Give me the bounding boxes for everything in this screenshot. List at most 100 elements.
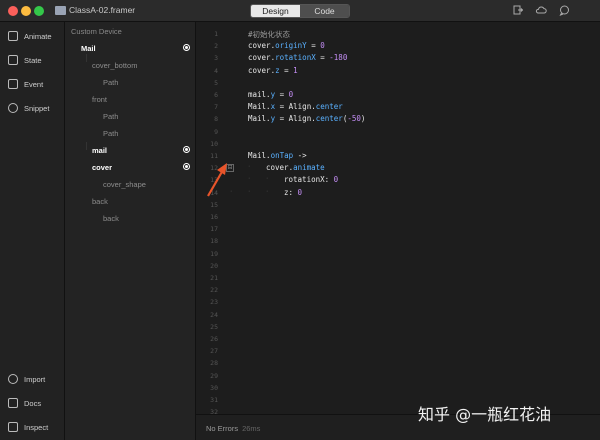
line-number: 3	[214, 54, 218, 63]
file-title: ClassA-02.framer	[69, 5, 136, 15]
sidebar-item-state[interactable]: State	[0, 51, 65, 69]
code-line: cover.originY = 0	[248, 41, 325, 50]
snippet-icon	[8, 103, 18, 113]
code-paren: )	[360, 114, 366, 123]
code-property: rotationX	[275, 53, 316, 62]
line-number: 24	[210, 310, 218, 319]
sidebar-item-label: Snippet	[24, 103, 50, 113]
sidebar-item-snippet[interactable]: Snippet	[0, 99, 65, 117]
code-object: cover.	[248, 53, 276, 62]
code-number: 0	[320, 41, 325, 50]
code-number: -50	[347, 114, 361, 123]
line-number: 6	[214, 91, 218, 99]
minimize-window-button[interactable]	[21, 6, 31, 16]
line-number: 29	[210, 371, 218, 380]
event-indicator-icon	[183, 163, 190, 170]
code-number: 0	[329, 175, 339, 184]
layer-item[interactable]: Path	[103, 129, 118, 138]
sidebar-item-label: Import	[24, 374, 46, 384]
mode-switcher: Design Code	[250, 4, 350, 18]
code-object: Mail.	[248, 114, 271, 123]
layer-item[interactable]: Mail	[81, 44, 96, 53]
sidebar-item-label: Animate	[24, 31, 52, 41]
layer-item[interactable]: front	[92, 95, 107, 104]
folder-icon	[55, 6, 66, 15]
code-line: cover.rotationX = -180	[248, 53, 347, 62]
tree-guide	[86, 54, 87, 62]
line-number: 15	[210, 200, 218, 209]
line-number: 23	[210, 298, 218, 307]
line-number: 4	[214, 66, 218, 75]
chat-icon[interactable]	[558, 5, 570, 17]
layer-item[interactable]: back	[92, 197, 108, 206]
export-icon[interactable]	[512, 5, 524, 17]
title-bar: ClassA-02.framer Design Code	[0, 0, 600, 22]
line-number: 11	[210, 152, 218, 160]
layers-panel: Custom Device Mail cover_bottom Path fro…	[65, 22, 196, 440]
sidebar-item-import[interactable]: Import	[0, 370, 65, 388]
event-indicator-icon	[183, 146, 190, 153]
event-icon	[8, 79, 18, 89]
error-status: No Errors	[206, 424, 239, 433]
code-property: center	[315, 102, 343, 111]
code-object: mail.	[248, 90, 271, 99]
code-operator: ->	[293, 151, 307, 160]
tree-guide	[86, 142, 87, 150]
line-number: 10	[210, 139, 218, 148]
layer-item[interactable]: mail	[92, 146, 107, 155]
app-window: ClassA-02.framer Design Code Animate Sta…	[0, 0, 600, 440]
layer-item[interactable]: cover_bottom	[92, 61, 137, 70]
code-object: cover.	[248, 41, 276, 50]
line-number: 31	[210, 396, 218, 404]
code-key: z:	[284, 188, 294, 197]
status-message: No Errors 26ms	[206, 424, 260, 433]
state-icon	[8, 55, 18, 65]
line-number: 27	[210, 347, 218, 356]
code-line: mail.y = 0	[248, 90, 293, 99]
sidebar-item-label: Event	[24, 79, 44, 89]
docs-icon	[8, 398, 18, 408]
layer-item[interactable]: Path	[103, 112, 118, 121]
line-number: 30	[210, 383, 218, 392]
code-property: onTap	[270, 151, 294, 160]
code-line: cover.z = 1	[248, 66, 298, 75]
maximize-window-button[interactable]	[34, 6, 44, 16]
code-object: cover.	[266, 163, 294, 172]
code-property: center	[315, 114, 343, 123]
line-number: 17	[210, 225, 218, 234]
sidebar-item-animate[interactable]: Animate	[0, 27, 65, 45]
code-key: rotationX:	[284, 175, 330, 184]
code-operator: =	[275, 90, 289, 99]
layer-item[interactable]: Path	[103, 78, 118, 87]
sidebar-item-docs[interactable]: Docs	[0, 394, 65, 412]
line-number: 8	[214, 115, 218, 124]
code-line: cover.animate	[266, 163, 325, 172]
left-sidebar: Animate State Event Snippet Import Docs …	[0, 22, 65, 440]
sidebar-item-inspect[interactable]: Inspect	[0, 418, 65, 436]
line-number: 19	[210, 249, 218, 258]
layer-item[interactable]: cover_shape	[103, 180, 146, 189]
line-number: 7	[214, 103, 218, 112]
code-line: Mail.onTap ->	[248, 151, 307, 160]
tab-design[interactable]: Design	[251, 5, 300, 17]
layer-item[interactable]: back	[103, 214, 119, 223]
cloud-icon[interactable]	[535, 5, 547, 17]
code-line: Mail.y = Align.center(-50)	[248, 114, 365, 123]
tab-code[interactable]: Code	[300, 5, 349, 17]
sidebar-item-event[interactable]: Event	[0, 75, 65, 93]
sidebar-item-label: Inspect	[24, 422, 49, 432]
code-comment: #初始化状态	[248, 30, 291, 39]
close-window-button[interactable]	[8, 6, 18, 16]
layer-item[interactable]: cover	[92, 163, 112, 172]
code-editor[interactable]: 1 2 3 4 5 6 7 8 9 10 11 12 13 14 15 16 17 18 19 20 21 22 23 24 2…	[196, 22, 600, 416]
sidebar-item-label: State	[24, 55, 42, 65]
line-number: 2	[214, 42, 218, 51]
code-operator: =	[315, 53, 330, 62]
line-number: 25	[210, 322, 218, 331]
indent-marker: ·	[266, 175, 269, 182]
code-number: 1	[293, 66, 298, 75]
animate-icon	[8, 31, 18, 41]
code-operator: =	[279, 66, 294, 75]
line-number: 5	[214, 78, 218, 87]
indent-marker: ·	[248, 163, 251, 170]
